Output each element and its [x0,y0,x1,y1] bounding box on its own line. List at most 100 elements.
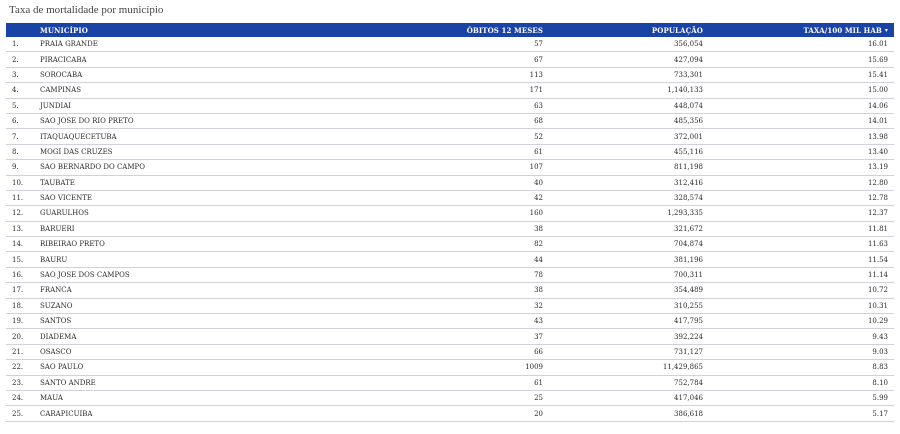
cell-obitos: 40 [384,175,549,191]
cell-obitos: 63 [384,98,549,114]
cell-populacao: 321,672 [549,221,709,238]
table-row: 24. MAUA 25 417,046 5.99 [6,390,894,407]
cell-municipio: MOGI DAS CRUZES [34,144,384,161]
cell-obitos: 107 [384,159,549,176]
cell-taxa: 10.29 [709,313,894,330]
cell-municipio: SOROCABA [34,67,384,84]
cell-populacao: 417,046 [549,390,709,407]
cell-populacao: 1,140,133 [549,82,709,99]
row-index: 18. [6,298,34,315]
row-index: 11. [6,190,34,207]
cell-populacao: 733,301 [549,67,709,84]
table-row: 6. SAO JOSE DO RIO PRETO 68 485,356 14.01 [6,113,894,130]
cell-obitos: 67 [384,51,549,68]
cell-populacao: 731,127 [549,344,709,361]
table-row: 15. BAURU 44 381,196 11.54 [6,251,894,268]
cell-obitos: 68 [384,113,549,130]
row-index: 23. [6,375,34,391]
cell-municipio: MAUA [34,390,384,407]
cell-municipio: TAUBATE [34,175,384,191]
cell-obitos: 20 [384,405,549,422]
cell-municipio: GUARULHOS [34,205,384,222]
table-row: 11. SAO VICENTE 42 328,574 12.78 [6,190,894,207]
cell-obitos: 113 [384,67,549,84]
cell-populacao: 700,311 [549,267,709,284]
cell-taxa: 15.41 [709,67,894,84]
cell-municipio: SAO BERNARDO DO CAMPO [34,159,384,176]
cell-obitos: 66 [384,344,549,361]
cell-municipio: SAO PAULO [34,359,384,376]
cell-municipio: SANTO ANDRE [34,375,384,391]
cell-populacao: 354,489 [549,282,709,299]
cell-populacao: 448,074 [549,98,709,114]
cell-obitos: 160 [384,205,549,222]
header-municipio[interactable]: MUNICÍPIO [34,23,384,37]
table-row: 18. SUZANO 32 310,255 10.31 [6,298,894,315]
cell-obitos: 57 [384,37,549,53]
cell-municipio: SANTOS [34,313,384,330]
cell-populacao: 310,255 [549,298,709,315]
cell-obitos: 171 [384,82,549,99]
header-taxa[interactable]: TAXA/100 MIL HAB ▾ [709,23,894,37]
cell-obitos: 78 [384,267,549,284]
row-index: 19. [6,313,34,330]
table-row: 22. SAO PAULO 1009 11,429,865 8.83 [6,359,894,376]
row-index: 9. [6,159,34,176]
sort-desc-icon[interactable]: ▾ [885,27,888,34]
cell-municipio: SAO VICENTE [34,190,384,207]
table-row: 5. JUNDIAI 63 448,074 14.06 [6,98,894,114]
table-row: 4. CAMPINAS 171 1,140,133 15.00 [6,82,894,99]
cell-municipio: PIRACICABA [34,51,384,68]
table-row: 19. SANTOS 43 417,795 10.29 [6,313,894,330]
cell-municipio: RIBEIRAO PRETO [34,236,384,253]
row-index: 16. [6,267,34,284]
cell-municipio: CAMPINAS [34,82,384,99]
cell-municipio: ITAQUAQUECETUBA [34,128,384,145]
row-index: 2. [6,51,34,68]
cell-taxa: 13.19 [709,159,894,176]
cell-taxa: 16.01 [709,37,894,53]
header-municipio-label: MUNICÍPIO [40,25,88,35]
header-obitos[interactable]: ÓBITOS 12 MESES [384,23,549,37]
header-index [6,23,34,37]
cell-populacao: 386,618 [549,405,709,422]
page-title: Taxa de mortalidade por município [9,4,164,16]
cell-taxa: 10.72 [709,282,894,299]
row-index: 24. [6,390,34,407]
cell-municipio: FRANCA [34,282,384,299]
table-header: MUNICÍPIO ÓBITOS 12 MESES POPULAÇÃO TAXA… [6,23,894,37]
header-populacao[interactable]: POPULAÇÃO [549,23,709,37]
cell-populacao: 392,224 [549,328,709,345]
table-row: 17. FRANCA 38 354,489 10.72 [6,282,894,299]
row-index: 20. [6,328,34,345]
cell-obitos: 32 [384,298,549,315]
cell-taxa: 8.10 [709,375,894,391]
cell-municipio: SAO JOSE DO RIO PRETO [34,113,384,130]
row-index: 14. [6,236,34,253]
table-row: 16. SAO JOSE DOS CAMPOS 78 700,311 11.14 [6,267,894,284]
cell-taxa: 12.37 [709,205,894,222]
cell-taxa: 5.99 [709,390,894,407]
cell-municipio: PRAIA GRANDE [34,37,384,53]
cell-populacao: 811,198 [549,159,709,176]
cell-obitos: 37 [384,328,549,345]
row-index: 4. [6,82,34,99]
cell-obitos: 38 [384,282,549,299]
table-row: 10. TAUBATE 40 312,416 12.80 [6,175,894,191]
table-body: 1. PRAIA GRANDE 57 356,054 16.01 2. PIRACICABA… [6,37,894,422]
cell-municipio: SUZANO [34,298,384,315]
cell-populacao: 11,429,865 [549,359,709,376]
cell-obitos: 61 [384,144,549,161]
cell-municipio: DIADEMA [34,328,384,345]
cell-populacao: 312,416 [549,175,709,191]
table-row: 23. SANTO ANDRE 61 752,784 8.10 [6,375,894,391]
cell-taxa: 8.83 [709,359,894,376]
table-row: 8. MOGI DAS CRUZES 61 455,116 13.40 [6,144,894,161]
cell-populacao: 372,001 [549,128,709,145]
row-index: 12. [6,205,34,222]
row-index: 10. [6,175,34,191]
cell-populacao: 381,196 [549,251,709,268]
row-index: 6. [6,113,34,130]
row-index: 15. [6,251,34,268]
cell-obitos: 42 [384,190,549,207]
